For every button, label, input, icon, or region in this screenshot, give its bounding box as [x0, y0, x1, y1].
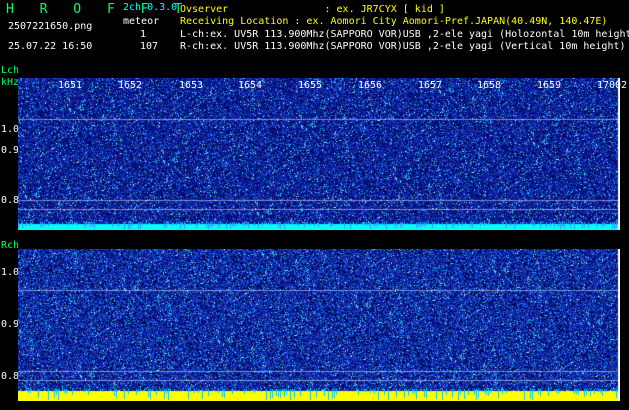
time-tick-8: 1659	[537, 80, 562, 91]
time-tick-10: 2	[621, 80, 628, 91]
time-tick-6: 1657	[418, 80, 443, 91]
lch-description: L-ch:ex. UV5R 113.900Mhz(SAPPORO VOR)USB…	[180, 29, 629, 40]
rch-ytick-1: 1.0	[1, 267, 20, 278]
time-tick-0: 1651	[58, 80, 83, 91]
mode-label: 2ch 0.3.0	[123, 2, 178, 13]
rch-ytick-3: 0.8	[1, 371, 20, 382]
datetime-label: 25.07.22 16:50	[8, 41, 93, 52]
lch-label: Lch	[1, 65, 20, 76]
lch-ytick-3: 0.8	[1, 195, 20, 206]
lch-ytick-1: 1.0	[1, 124, 20, 135]
time-tick-9: 1700	[597, 80, 622, 91]
lch-meteor-count: 1	[140, 29, 147, 40]
lch-spectrogram	[18, 78, 620, 230]
rch-description: R-ch:ex. UV5R 113.900Mhz(SAPPORO VOR)USB…	[180, 41, 626, 52]
lch-unit: kHz	[1, 77, 20, 88]
time-tick-3: 1654	[238, 80, 263, 91]
rch-label: Rch	[1, 240, 20, 251]
time-tick-5: 1656	[358, 80, 383, 91]
rch-spectrogram	[18, 249, 620, 401]
location-line: Receiving Location : ex. Aomori City Aom…	[180, 16, 608, 27]
rch-ytick-2: 0.9	[1, 319, 20, 330]
rch-meteor-count: 107	[140, 41, 159, 52]
time-tick-4: 1655	[298, 80, 323, 91]
lch-ytick-2: 0.9	[1, 145, 20, 156]
time-tick-1: 1652	[118, 80, 143, 91]
time-tick-2: 1653	[179, 80, 204, 91]
time-tick-7: 1658	[477, 80, 502, 91]
observer-line: Ovserver : ex. JR7CYX [ kid ]	[180, 4, 445, 15]
filename-label: 2507221650.png	[8, 21, 93, 32]
meteor-label: meteor	[123, 16, 160, 27]
